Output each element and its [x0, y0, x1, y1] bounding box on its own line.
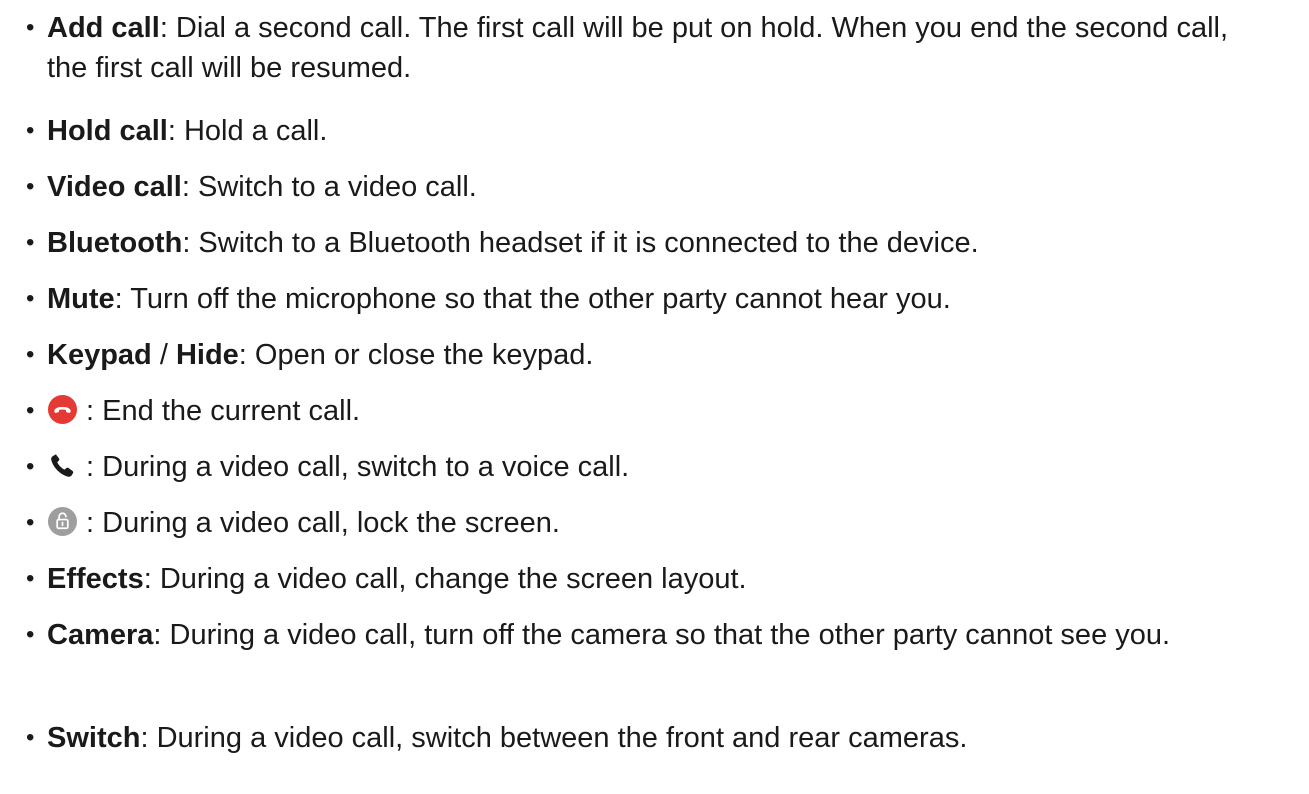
desc-keypad-hide: : Open or close the keypad.	[238, 339, 594, 371]
term-effects: Effects	[47, 563, 144, 595]
desc-hold-call: : Hold a call.	[167, 115, 328, 147]
bullet: •	[26, 285, 35, 312]
item-text: : During a video call, lock the screen.	[47, 503, 1272, 543]
item-text: Camera: During a video call, turn off th…	[47, 615, 1272, 655]
bullet: •	[26, 724, 35, 751]
term-camera: Camera	[47, 619, 154, 651]
term-bluetooth: Bluetooth	[47, 227, 183, 259]
term-keypad: Keypad	[47, 339, 152, 371]
item-text: Effects: During a video call, change the…	[47, 559, 1272, 599]
bullet: •	[26, 229, 35, 256]
desc-end-call: : End the current call.	[78, 395, 361, 427]
document-page: • Add call: Dial a second call. The firs…	[0, 0, 1309, 794]
bullet: •	[26, 565, 35, 592]
term-hide: Hide	[175, 339, 239, 371]
lock-screen-icon	[47, 506, 78, 537]
desc-lock-screen: : During a video call, lock the screen.	[78, 507, 560, 539]
bullet: •	[26, 397, 35, 424]
desc-mute: : Turn off the microphone so that the ot…	[114, 283, 951, 315]
term-hold-call: Hold call	[47, 115, 168, 147]
bullet: •	[26, 14, 35, 41]
term-video-call: Video call	[47, 171, 182, 203]
desc-switch: : During a video call, switch between th…	[140, 722, 968, 754]
item-text: Switch: During a video call, switch betw…	[47, 718, 1272, 758]
desc-camera: : During a video call, turn off the came…	[153, 619, 1171, 651]
desc-add-call: : Dial a second call. The first call wil…	[47, 12, 1229, 84]
desc-effects: : During a video call, change the screen…	[143, 563, 747, 595]
term-add-call: Add call	[47, 12, 160, 44]
item-text: Add call: Dial a second call. The first …	[47, 8, 1272, 88]
item-text: Video call: Switch to a video call.	[47, 167, 1272, 207]
item-text: : End the current call.	[47, 391, 1272, 431]
bullet: •	[26, 117, 35, 144]
desc-bluetooth: : Switch to a Bluetooth headset if it is…	[182, 227, 979, 259]
item-text: : During a video call, switch to a voice…	[47, 447, 1272, 487]
item-text: Bluetooth: Switch to a Bluetooth headset…	[47, 223, 1272, 263]
bullet: •	[26, 341, 35, 368]
desc-video-call: : Switch to a video call.	[181, 171, 477, 203]
voice-call-icon	[47, 450, 78, 481]
item-text: Hold call: Hold a call.	[47, 111, 1272, 151]
desc-voice-call: : During a video call, switch to a voice…	[78, 451, 630, 483]
bullet: •	[26, 173, 35, 200]
bullet: •	[26, 621, 35, 648]
item-text: Keypad / Hide: Open or close the keypad.	[47, 335, 1272, 375]
bullet: •	[26, 509, 35, 536]
term-mute: Mute	[47, 283, 115, 315]
separator: /	[151, 339, 176, 371]
term-switch: Switch	[47, 722, 141, 754]
bullet: •	[26, 453, 35, 480]
end-call-icon	[47, 394, 78, 425]
item-text: Mute: Turn off the microphone so that th…	[47, 279, 1272, 319]
